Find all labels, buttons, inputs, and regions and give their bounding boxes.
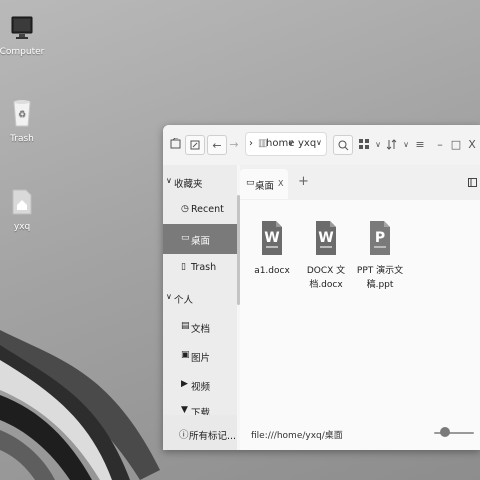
file-name: DOCX 文: [306, 266, 346, 276]
file-name: 档.docx: [309, 280, 343, 290]
image-icon: ▣: [181, 350, 190, 360]
sidebar-all-tags[interactable]: ⓘ 所有标记...: [163, 415, 237, 450]
download-icon: ▼: [181, 405, 188, 415]
svg-text:P: P: [375, 230, 385, 246]
sidebar-section-label: 收藏夹: [174, 179, 203, 190]
status-path: file:///home/yxq/桌面: [251, 431, 343, 441]
word-doc-icon: W: [316, 221, 336, 255]
close-button[interactable]: X: [463, 135, 480, 153]
sidebar-section-personal[interactable]: ∨ 个人: [163, 283, 237, 313]
sidebar-item-label: 视频: [191, 382, 211, 393]
search-button[interactable]: [333, 135, 353, 155]
address-bar[interactable]: › ▥ home ∨ yxq ∨: [245, 132, 327, 156]
file-manager-window: ← → › ▥ home ∨ yxq ∨ ∨ ∨ ≡ – □ X ∨ 收藏夹 ◷…: [163, 125, 480, 450]
file-name: 稿.ppt: [366, 280, 394, 290]
chevron-down-icon[interactable]: ∨: [288, 138, 294, 147]
desktop-icon-label: Trash: [10, 134, 34, 144]
sidebar-item-label: Trash: [191, 262, 217, 273]
svg-text:W: W: [264, 230, 279, 246]
sidebar: ∨ 收藏夹 ◷ Recent ▭ 桌面 ▯ Trash ∨ 个人 ▤ 文档 ▣ …: [163, 165, 237, 450]
desktop-icon-computer[interactable]: Computer: [0, 15, 47, 57]
video-icon: ▶: [181, 379, 188, 389]
tab-desktop[interactable]: ▭ 桌面 X: [240, 169, 288, 199]
computer-icon: [11, 16, 33, 39]
tab-bar: ▭ 桌面 X +: [240, 165, 480, 200]
sidebar-item-trash[interactable]: ▯ Trash: [163, 253, 237, 283]
file-name: a1.docx: [254, 266, 290, 276]
ppt-doc-icon: P: [370, 221, 390, 255]
forward-button[interactable]: →: [225, 135, 243, 153]
file-item[interactable]: W a1.docx: [244, 220, 300, 278]
search-icon: [338, 140, 348, 150]
tab-close-button[interactable]: X: [278, 179, 283, 188]
svg-text:W: W: [318, 230, 333, 246]
tab-label: 桌面: [255, 181, 275, 192]
sidebar-item-label: 图片: [191, 353, 211, 364]
window-titlebar: ← → › ▥ home ∨ yxq ∨ ∨ ∨ ≡ – □ X: [163, 125, 480, 165]
sidebar-item-label: 文档: [191, 324, 211, 335]
sidebar-item-recent[interactable]: ◷ Recent: [163, 195, 237, 225]
sort-icon: [387, 138, 397, 150]
word-doc-icon: W: [262, 221, 282, 255]
status-bar: file:///home/yxq/桌面: [240, 415, 480, 450]
sidebar-item-label: Recent: [191, 204, 224, 215]
new-window-icon[interactable]: [185, 135, 205, 155]
sidebar-section-favorites[interactable]: ∨ 收藏夹: [163, 167, 237, 197]
file-item[interactable]: P PPT 演示文 稿.ppt: [352, 220, 408, 292]
desktop-icon-trash[interactable]: ♻ Trash: [0, 98, 47, 144]
chevron-down-icon[interactable]: ∨: [316, 138, 322, 147]
desktop-icon-label: yxq: [13, 222, 31, 232]
chevron-right-icon: ›: [249, 138, 253, 149]
clock-icon: ◷: [181, 204, 189, 214]
sidebar-item-pictures[interactable]: ▣ 图片: [163, 341, 237, 371]
sidebar-item-label: 桌面: [191, 236, 211, 247]
new-tab-button[interactable]: +: [298, 174, 309, 189]
zoom-slider-handle[interactable]: [440, 427, 450, 437]
desktop-icon: ▭: [181, 233, 190, 243]
sidebar-item-videos[interactable]: ▶ 视频: [163, 370, 237, 400]
desktop-icon-label: Computer: [0, 47, 45, 57]
breadcrumb-yxq[interactable]: yxq: [298, 138, 316, 149]
sidebar-bottom-label: 所有标记...: [189, 431, 237, 442]
trash-icon: ▯: [181, 262, 186, 272]
grid-view-icon: [359, 139, 369, 149]
app-logo-icon: [167, 135, 185, 153]
home-folder-icon: [12, 189, 32, 215]
sidebar-item-desktop[interactable]: ▭ 桌面: [163, 224, 237, 254]
desktop-icon-home[interactable]: yxq: [0, 188, 47, 232]
sidebar-item-downloads[interactable]: ▼ 下载: [163, 399, 237, 415]
menu-button[interactable]: ≡: [411, 135, 429, 153]
trash-icon: ♻: [13, 100, 31, 127]
sidebar-item-documents[interactable]: ▤ 文档: [163, 312, 237, 342]
chevron-down-icon: ∨: [166, 176, 172, 185]
file-name: PPT 演示文: [356, 266, 404, 276]
sidebar-section-label: 个人: [174, 295, 194, 306]
sidebar-toggle-icon[interactable]: [468, 178, 477, 187]
file-item[interactable]: W DOCX 文 档.docx: [298, 220, 354, 292]
desktop-icon: ▭: [246, 178, 255, 188]
main-content: ▭ 桌面 X + W a1.docx W DOCX 文 档.docx P PPT…: [240, 165, 480, 450]
document-icon: ▤: [181, 321, 190, 331]
back-button[interactable]: ←: [207, 135, 227, 155]
chevron-down-icon: ∨: [166, 292, 172, 301]
svg-text:♻: ♻: [18, 110, 26, 120]
sidebar-item-label: 下载: [191, 408, 211, 415]
tag-icon: ⓘ: [179, 430, 189, 441]
